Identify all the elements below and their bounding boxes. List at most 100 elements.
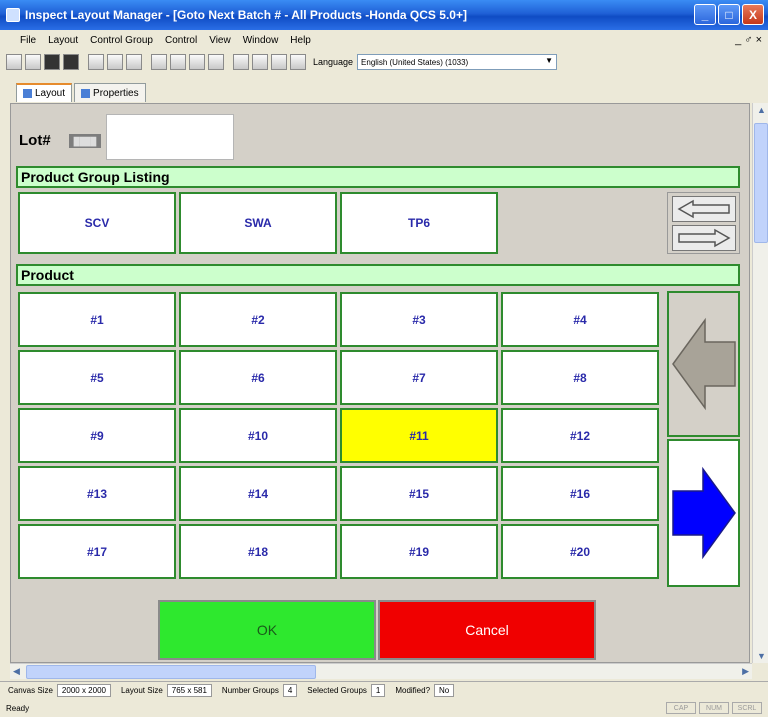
horizontal-scroll-thumb[interactable]	[26, 665, 316, 679]
menu-view[interactable]: View	[209, 35, 231, 46]
group-nav	[667, 192, 740, 254]
tab-properties[interactable]: Properties	[74, 83, 146, 102]
group-prev-button[interactable]	[672, 196, 736, 222]
same-width-icon[interactable]	[233, 54, 249, 70]
number-groups-value: 4	[282, 684, 298, 697]
title-bar: Inspect Layout Manager - [Goto Next Batc…	[0, 0, 768, 30]
cancel-button[interactable]: Cancel	[378, 600, 596, 660]
product-button-2[interactable]: #2	[179, 292, 337, 347]
tab-properties-label: Properties	[93, 87, 139, 99]
modified-label: Modified?	[395, 686, 431, 695]
selected-groups-label: Selected Groups	[307, 686, 367, 695]
group-next-button[interactable]	[672, 225, 736, 251]
same-height-icon[interactable]	[252, 54, 268, 70]
menu-bar: File Layout Control Group Control View W…	[0, 30, 768, 50]
lot-input[interactable]	[106, 114, 234, 160]
product-button-3[interactable]: #3	[340, 292, 498, 347]
arrow-right-icon	[678, 228, 731, 248]
product-button-10[interactable]: #10	[179, 408, 337, 463]
lot-label: Lot#	[19, 132, 51, 149]
product-button-14[interactable]: #14	[179, 466, 337, 521]
align-center-icon[interactable]	[170, 54, 186, 70]
product-button-11[interactable]: #11	[340, 408, 498, 463]
align-right-icon[interactable]	[189, 54, 205, 70]
ready-text: Ready	[6, 703, 30, 713]
scroll-left-icon[interactable]: ◀	[13, 666, 20, 677]
product-button-9[interactable]: #9	[18, 408, 176, 463]
layout-canvas: Lot# ████ Product Group Listing SCV SWA …	[10, 103, 750, 663]
menu-layout[interactable]: Layout	[48, 35, 78, 46]
menu-window[interactable]: Window	[243, 35, 279, 46]
product-button-1[interactable]: #1	[18, 292, 176, 347]
layout-icon	[23, 89, 32, 98]
modified-value: No	[434, 684, 455, 697]
product-button-7[interactable]: #7	[340, 350, 498, 405]
num-indicator: NUM	[699, 702, 729, 714]
arrow-left-icon	[677, 199, 730, 219]
vertical-scroll-thumb[interactable]	[754, 123, 768, 243]
language-select[interactable]: English (United States) (1033) ▼	[357, 54, 558, 70]
product-button-16[interactable]: #16	[501, 466, 659, 521]
chevron-down-icon: ▼	[545, 56, 554, 65]
status-bar: Canvas Size 2000 x 2000 Layout Size 765 …	[0, 681, 768, 699]
language-label: Language	[313, 57, 354, 67]
scroll-right-icon[interactable]: ▶	[742, 666, 749, 677]
close-button[interactable]: X	[742, 4, 764, 25]
group-swa-button[interactable]: SWA	[179, 192, 337, 254]
menu-control-group[interactable]: Control Group	[90, 35, 153, 46]
save-icon[interactable]	[44, 54, 60, 70]
product-button-8[interactable]: #8	[501, 350, 659, 405]
canvas-size-label: Canvas Size	[8, 686, 53, 695]
layout-size-label: Layout Size	[120, 686, 163, 695]
minimize-button[interactable]: _	[694, 4, 716, 25]
product-button-6[interactable]: #6	[179, 350, 337, 405]
layout-size-value: 765 x 581	[166, 684, 212, 697]
new-icon[interactable]	[6, 54, 22, 70]
window-title: Inspect Layout Manager - [Goto Next Batc…	[25, 8, 467, 22]
maximize-button[interactable]: □	[718, 4, 740, 25]
print-preview-icon[interactable]	[88, 54, 104, 70]
align-top-icon[interactable]	[208, 54, 224, 70]
frame-icon[interactable]	[126, 54, 142, 70]
group-tp6-button[interactable]: TP6	[340, 192, 498, 254]
canvas-size-value: 2000 x 2000	[56, 684, 111, 697]
print-icon[interactable]	[107, 54, 123, 70]
arrow-left-icon	[671, 317, 736, 411]
product-button-13[interactable]: #13	[18, 466, 176, 521]
language-icon[interactable]	[290, 54, 306, 70]
product-button-15[interactable]: #15	[340, 466, 498, 521]
number-groups-label: Number Groups	[221, 686, 279, 695]
align-left-icon[interactable]	[151, 54, 167, 70]
product-header: Product	[16, 264, 740, 286]
scroll-up-icon[interactable]: ▲	[757, 105, 766, 115]
menu-file[interactable]: File	[20, 35, 36, 46]
toolbar: Language English (United States) (1033) …	[0, 50, 768, 74]
lot-badge: ████	[69, 134, 101, 148]
product-next-button[interactable]	[667, 439, 740, 587]
ok-button[interactable]: OK	[158, 600, 376, 660]
product-button-20[interactable]: #20	[501, 524, 659, 579]
product-group-header: Product Group Listing	[16, 166, 740, 188]
menu-control[interactable]: Control	[165, 35, 197, 46]
tab-layout[interactable]: Layout	[16, 83, 73, 102]
selected-groups-value: 1	[370, 684, 386, 697]
product-button-17[interactable]: #17	[18, 524, 176, 579]
product-prev-button[interactable]	[667, 291, 740, 437]
cap-indicator: CAP	[666, 702, 696, 714]
ready-bar: Ready CAP NUM SCRL	[0, 699, 768, 717]
product-button-18[interactable]: #18	[179, 524, 337, 579]
product-button-4[interactable]: #4	[501, 292, 659, 347]
menu-help[interactable]: Help	[290, 35, 311, 46]
product-button-5[interactable]: #5	[18, 350, 176, 405]
same-size-icon[interactable]	[271, 54, 287, 70]
save-all-icon[interactable]	[63, 54, 79, 70]
vertical-scrollbar[interactable]: ▲ ▼	[752, 103, 768, 663]
mdi-controls[interactable]: _ ♂ ×	[735, 34, 762, 46]
scroll-down-icon[interactable]: ▼	[757, 651, 766, 661]
group-scv-button[interactable]: SCV	[18, 192, 176, 254]
horizontal-scrollbar[interactable]: ◀ ▶	[10, 663, 752, 679]
product-button-19[interactable]: #19	[340, 524, 498, 579]
properties-icon	[81, 88, 91, 98]
open-icon[interactable]	[25, 54, 41, 70]
product-button-12[interactable]: #12	[501, 408, 659, 463]
